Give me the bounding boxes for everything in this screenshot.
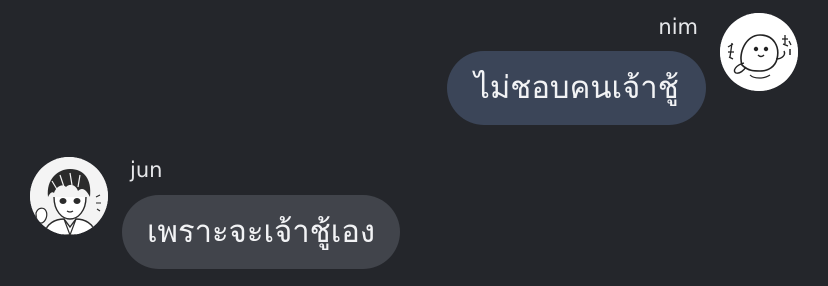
chat-thread: nim ไม่ชอบคนเจ้าชู้ jun เพราะจะเจ้าชู้เอ… — [0, 0, 828, 286]
message-bubble[interactable]: ไม่ชอบคนเจ้าชู้ — [447, 51, 706, 125]
avatar-image — [720, 13, 798, 91]
message-text: ไม่ชอบคนเจ้าชู้ — [474, 70, 679, 106]
message-bubble[interactable]: เพราะจะเจ้าชู้เอง — [122, 195, 400, 269]
avatar-image — [30, 157, 108, 235]
sender-name: nim — [658, 15, 698, 39]
message-text: เพราะจะเจ้าชู้เอง — [146, 214, 376, 250]
sender-name: jun — [130, 158, 163, 182]
seal-sketch-avatar-icon[interactable] — [720, 13, 798, 91]
manga-boy-avatar-icon[interactable] — [30, 157, 108, 235]
